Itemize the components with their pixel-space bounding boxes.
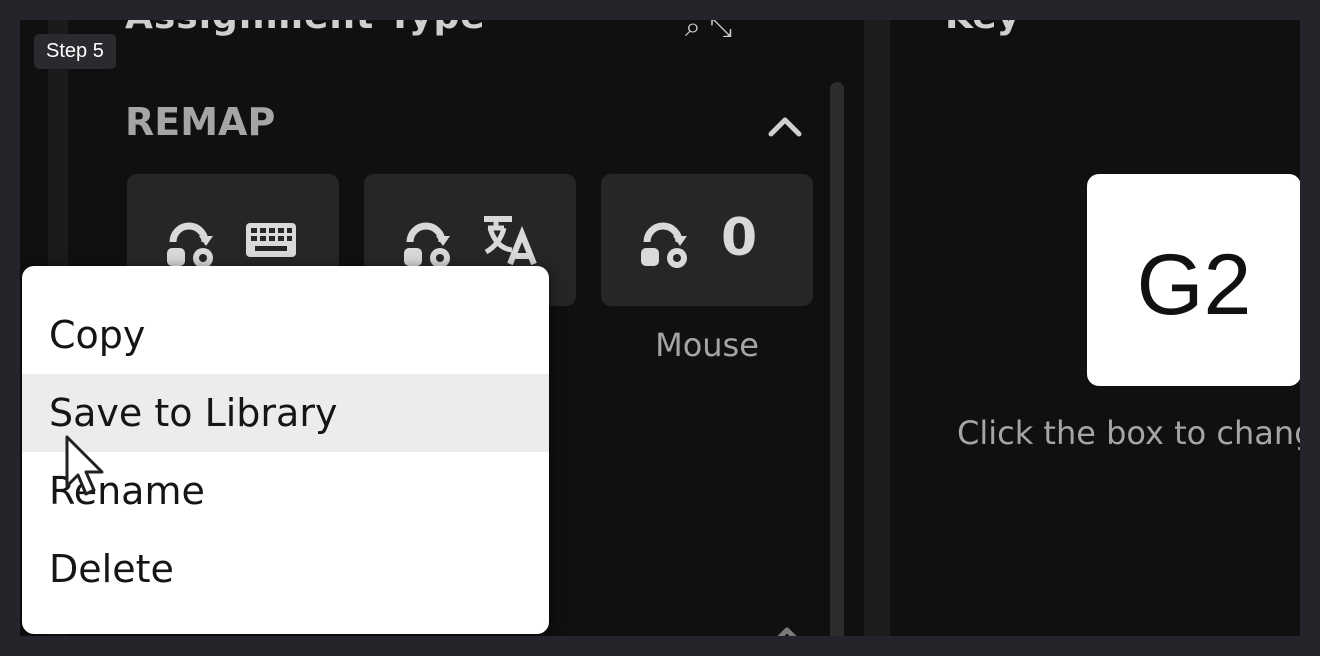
step-badge: Step 5 bbox=[34, 34, 116, 69]
menu-item-delete[interactable]: Delete bbox=[22, 530, 549, 608]
remap-tile-mouse[interactable]: 0 bbox=[601, 174, 813, 306]
text-language-icon bbox=[484, 216, 537, 266]
heading-tool-icons: ⌕ ⤡ bbox=[685, 20, 732, 44]
key-value: G2 bbox=[1136, 237, 1252, 333]
collapse-icon[interactable]: ⤡ bbox=[710, 20, 732, 43]
key-hint-text: Click the box to change bbox=[957, 414, 1300, 452]
remap-icon bbox=[404, 222, 450, 268]
keyboard-icon bbox=[246, 223, 296, 257]
app-window: Assignment Type ⌕ ⤡ Key Step 5 REMAP bbox=[20, 20, 1300, 636]
panel-divider bbox=[864, 20, 890, 636]
key-heading: Key bbox=[945, 20, 1020, 37]
mouse-zero-icon: 0 bbox=[721, 208, 758, 268]
mouse-pointer-icon bbox=[65, 435, 104, 496]
chevron-up-icon[interactable] bbox=[765, 106, 805, 146]
remap-icon bbox=[167, 222, 213, 268]
search-icon[interactable]: ⌕ bbox=[685, 20, 701, 43]
key-box[interactable]: G2 bbox=[1087, 174, 1300, 386]
remap-icon bbox=[641, 222, 687, 268]
scrollbar[interactable] bbox=[830, 82, 844, 636]
assignment-type-heading: Assignment Type bbox=[125, 20, 486, 37]
chevron-up-icon[interactable] bbox=[770, 618, 804, 636]
tile-label-mouse: Mouse bbox=[655, 326, 759, 364]
menu-item-copy[interactable]: Copy bbox=[22, 296, 549, 374]
section-label-remap: REMAP bbox=[125, 100, 276, 144]
